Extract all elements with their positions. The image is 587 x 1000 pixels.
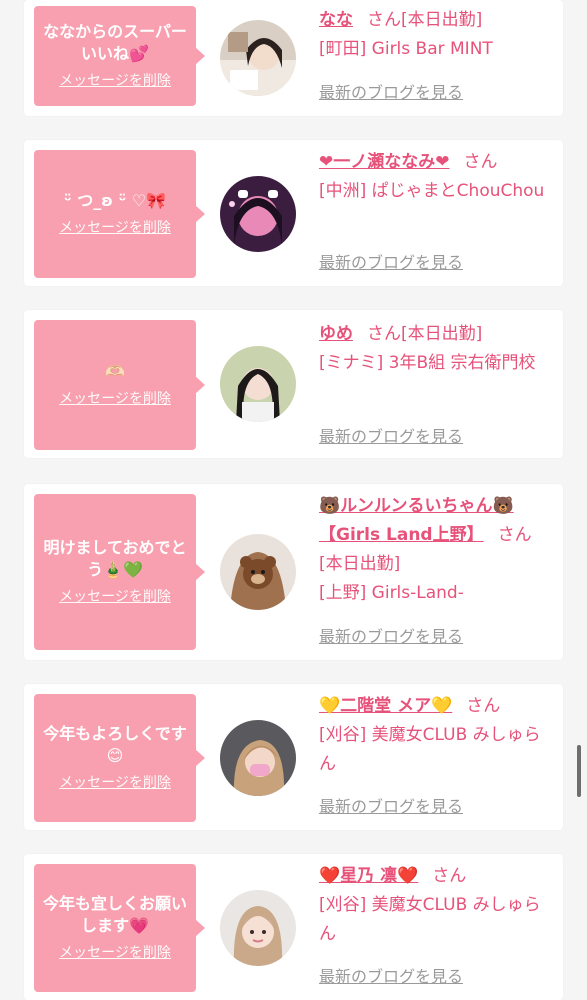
suffix: さん <box>466 696 501 716</box>
delete-message-link[interactable]: メッセージを削除 <box>59 587 171 607</box>
sender-info: なな さん[本日出勤] [町田] Girls Bar MINT <box>319 6 555 64</box>
avatar[interactable] <box>220 890 296 966</box>
avatar[interactable] <box>220 534 296 610</box>
shop-name: [ミナミ] 3年B組 宗右衛門校 <box>319 353 536 373</box>
sender-info: ゆめ さん[本日出勤] [ミナミ] 3年B組 宗右衛門校 <box>319 320 555 378</box>
sender-name[interactable]: なな <box>319 10 353 30</box>
message-card: 🫶🏻 メッセージを削除 ゆめ さん[本日出勤] [ミナミ] 3年B組 宗右衛門校 … <box>24 310 563 458</box>
suffix: さん <box>463 152 498 172</box>
message-text: 今年も宜しくお願いします💗 <box>42 894 187 935</box>
status-badge: [本日出勤] <box>319 554 401 574</box>
avatar[interactable] <box>220 176 296 252</box>
message-text: ななからのスーパーいいね💕 <box>43 22 187 63</box>
suffix: さん <box>367 324 401 344</box>
avatar[interactable] <box>220 720 296 796</box>
sender-name[interactable]: ❤️星乃 凛❤️ <box>319 866 418 886</box>
message-card: 今年も宜しくお願いします💗 メッセージを削除 ❤️星乃 凛❤️ さん [刈谷] 美… <box>24 854 563 1000</box>
message-text: 今年もよろしくです😊 <box>43 724 187 765</box>
sender-info: ❤️星乃 凛❤️ さん [刈谷] 美魔女CLUB みしゅらん <box>319 862 555 949</box>
shop-name: [町田] Girls Bar MINT <box>319 39 493 59</box>
shop-name: [中洲] ぱじゃまとChouChou <box>319 181 545 201</box>
scrollbar[interactable] <box>577 745 581 797</box>
message-card: ᵕ̈ つ_ʚ ᵕ̈ ♡🎀 メッセージを削除 ❤︎一ノ瀬ななみ❤︎ さん [中洲] … <box>24 140 563 286</box>
message-card: 今年もよろしくです😊 メッセージを削除 💛二階堂 メア💛 さん [刈谷] 美魔女C… <box>24 684 563 830</box>
latest-blog-link[interactable]: 最新のブログを見る <box>319 426 463 448</box>
message-bubble: 🫶🏻 メッセージを削除 <box>34 320 205 450</box>
message-bubble: ななからのスーパーいいね💕 メッセージを削除 <box>34 6 205 106</box>
latest-blog-link[interactable]: 最新のブログを見る <box>319 966 463 988</box>
latest-blog-link[interactable]: 最新のブログを見る <box>319 82 463 104</box>
message-text: ᵕ̈ つ_ʚ ᵕ̈ ♡🎀 <box>63 191 167 210</box>
shop-name: [刈谷] 美魔女CLUB みしゅらん <box>319 895 541 944</box>
avatar[interactable] <box>220 20 296 96</box>
sender-info: 💛二階堂 メア💛 さん [刈谷] 美魔女CLUB みしゅらん <box>319 692 555 779</box>
delete-message-link[interactable]: メッセージを削除 <box>59 943 171 963</box>
latest-blog-link[interactable]: 最新のブログを見る <box>319 252 463 274</box>
delete-message-link[interactable]: メッセージを削除 <box>59 773 171 793</box>
latest-blog-link[interactable]: 最新のブログを見る <box>319 626 463 648</box>
message-bubble: 明けましておめでとう🎍💚 メッセージを削除 <box>34 494 205 650</box>
message-bubble: 今年も宜しくお願いします💗 メッセージを削除 <box>34 864 205 992</box>
message-text: 🫶🏻 <box>105 362 125 381</box>
message-text: 明けましておめでとう🎍💚 <box>43 538 187 579</box>
sender-name[interactable]: ゆめ <box>319 324 353 344</box>
message-card: ななからのスーパーいいね💕 メッセージを削除 なな さん[本日出勤] [町田] G… <box>24 0 563 116</box>
suffix: さん <box>367 10 401 30</box>
sender-info: ❤︎一ノ瀬ななみ❤︎ さん [中洲] ぱじゃまとChouChou <box>319 148 555 206</box>
delete-message-link[interactable]: メッセージを削除 <box>59 218 171 238</box>
shop-name: [上野] Girls-Land- <box>319 583 464 603</box>
suffix: さん <box>432 866 467 886</box>
sender-info: 🐻ルンルンるいちゃん🐻【Girls Land上野】 さん [本日出勤] [上野] … <box>319 492 555 608</box>
avatar[interactable] <box>220 346 296 422</box>
sender-name[interactable]: 💛二階堂 メア💛 <box>319 696 452 716</box>
sender-name[interactable]: ❤︎一ノ瀬ななみ❤︎ <box>319 152 450 172</box>
message-bubble: ᵕ̈ つ_ʚ ᵕ̈ ♡🎀 メッセージを削除 <box>34 150 205 278</box>
delete-message-link[interactable]: メッセージを削除 <box>59 389 171 409</box>
sender-name[interactable]: 🐻ルンルンるいちゃん🐻【Girls Land上野】 <box>319 496 514 545</box>
delete-message-link[interactable]: メッセージを削除 <box>59 71 171 91</box>
status-badge: [本日出勤] <box>401 10 483 30</box>
shop-name: [刈谷] 美魔女CLUB みしゅらん <box>319 725 541 774</box>
message-bubble: 今年もよろしくです😊 メッセージを削除 <box>34 694 205 822</box>
suffix: さん <box>497 525 532 545</box>
latest-blog-link[interactable]: 最新のブログを見る <box>319 796 463 818</box>
status-badge: [本日出勤] <box>401 324 483 344</box>
message-card: 明けましておめでとう🎍💚 メッセージを削除 🐻ルンルンるいちゃん🐻【Girls … <box>24 484 563 660</box>
